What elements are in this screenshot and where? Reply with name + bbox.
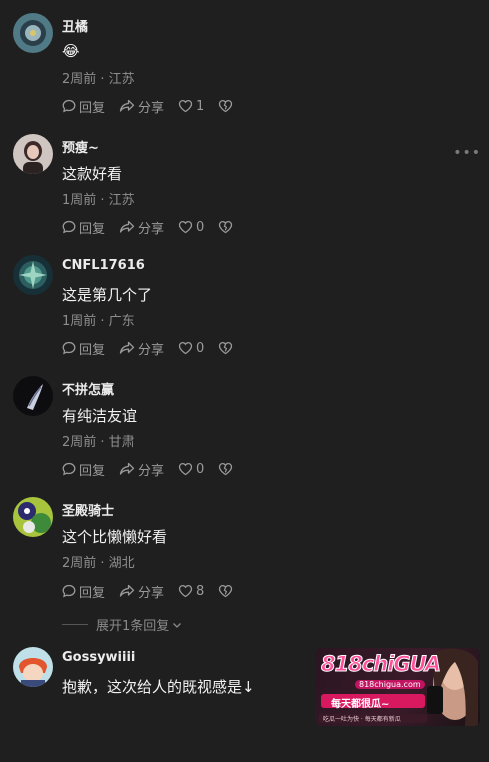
ad-banner[interactable]: 818chiGUA 818chigua.com 每天都很瓜~ 吃瓜一吐为快 · … (315, 648, 480, 726)
heart-icon (178, 341, 193, 355)
comment-text: 这是第几个了 (62, 286, 153, 304)
share-button[interactable]: 分享 (119, 339, 164, 358)
reply-button[interactable]: 回复 (62, 339, 105, 358)
comment-meta: 2周前 · 甘肃 (62, 435, 135, 450)
chat-bubble-icon (62, 99, 76, 113)
heart-icon (178, 462, 193, 476)
share-label: 分享 (138, 221, 165, 237)
dislike-button[interactable] (218, 99, 233, 113)
comment-meta: 2周前 · 湖北 (62, 556, 135, 571)
avatar[interactable] (13, 497, 53, 537)
share-arrow-icon (119, 220, 135, 233)
like-button[interactable]: 0 (178, 220, 204, 235)
reply-button[interactable]: 回复 (62, 97, 105, 116)
comment-text: 有纯洁友谊 (62, 407, 138, 425)
share-label: 分享 (138, 585, 165, 601)
comment-text: 抱歉，这次给人的既视感是↓ (62, 678, 255, 696)
comment-text: 😂 (62, 42, 80, 60)
like-button[interactable]: 0 (178, 462, 204, 477)
dislike-button[interactable] (218, 584, 233, 598)
username[interactable]: 不拼怎赢 (62, 379, 114, 398)
ad-slogan: 每天都很瓜~ (331, 699, 390, 710)
comment-actions: 回复 分享 0 (62, 218, 233, 237)
avatar[interactable] (13, 13, 53, 53)
ad-logo: 818chiGUA (320, 652, 441, 677)
comment-meta: 2周前 · 江苏 (62, 72, 135, 87)
reply-button[interactable]: 回复 (62, 218, 105, 237)
chat-bubble-icon (62, 584, 76, 598)
avatar[interactable] (13, 376, 53, 416)
like-button[interactable]: 0 (178, 341, 204, 356)
share-label: 分享 (138, 463, 165, 479)
expand-replies-button[interactable]: 展开1条回复 (62, 615, 183, 634)
share-button[interactable]: 分享 (119, 582, 164, 601)
chevron-down-icon (173, 622, 182, 628)
comment-actions: 回复 分享 0 (62, 460, 233, 479)
share-label: 分享 (138, 100, 165, 116)
like-count: 0 (196, 340, 205, 356)
reply-label: 回复 (79, 463, 106, 479)
comment-actions: 回复 分享 8 (62, 582, 233, 601)
share-button[interactable]: 分享 (119, 97, 164, 116)
comment-text: 这个比懒懒好看 (62, 528, 168, 546)
heart-icon (178, 99, 193, 113)
share-button[interactable]: 分享 (119, 218, 164, 237)
dislike-button[interactable] (218, 462, 233, 476)
avatar[interactable] (13, 647, 53, 687)
ad-subtext: 吃瓜一吐为快 · 每天都有新瓜 (323, 716, 401, 723)
reply-label: 回复 (79, 342, 106, 358)
username[interactable]: 圣殿骑士 (62, 500, 114, 519)
comment-meta: 1周前 · 江苏 (62, 193, 135, 208)
share-arrow-icon (119, 462, 135, 475)
chat-bubble-icon (62, 341, 76, 355)
like-count: 0 (196, 461, 205, 477)
like-button[interactable]: 1 (178, 99, 204, 114)
ad-url: 818chigua.com (355, 680, 425, 689)
broken-heart-icon (219, 584, 233, 598)
comment-actions: 回复 分享 0 (62, 339, 233, 358)
chat-bubble-icon (62, 462, 76, 476)
broken-heart-icon (219, 341, 233, 355)
broken-heart-icon (219, 462, 233, 476)
like-count: 1 (196, 98, 205, 114)
reply-label: 回复 (79, 585, 106, 601)
comment-text: 这款好看 (62, 165, 123, 183)
like-button[interactable]: 8 (178, 584, 204, 599)
username[interactable]: 预瘦~ (62, 137, 99, 156)
broken-heart-icon (219, 99, 233, 113)
comment-meta: 1周前 · 广东 (62, 314, 135, 329)
reply-button[interactable]: 回复 (62, 460, 105, 479)
share-arrow-icon (119, 99, 135, 112)
expand-replies-label: 展开1条回复 (96, 619, 170, 634)
share-label: 分享 (138, 342, 165, 358)
username[interactable]: 丑橘 (62, 16, 88, 35)
more-options-icon[interactable]: ••• (453, 145, 481, 161)
username[interactable]: Gossywiiii (62, 650, 135, 665)
reply-label: 回复 (79, 221, 106, 237)
share-button[interactable]: 分享 (119, 460, 164, 479)
dislike-button[interactable] (218, 220, 233, 234)
avatar[interactable] (13, 255, 53, 295)
like-count: 8 (196, 583, 205, 599)
avatar[interactable] (13, 134, 53, 174)
reply-button[interactable]: 回复 (62, 582, 105, 601)
share-arrow-icon (119, 341, 135, 354)
chat-bubble-icon (62, 220, 76, 234)
like-count: 0 (196, 219, 205, 235)
comment-actions: 回复 分享 1 (62, 97, 233, 116)
share-arrow-icon (119, 584, 135, 597)
dislike-button[interactable] (218, 341, 233, 355)
expand-divider (62, 624, 88, 625)
username[interactable]: CNFL17616 (62, 258, 145, 273)
heart-icon (178, 220, 193, 234)
heart-icon (178, 584, 193, 598)
broken-heart-icon (219, 220, 233, 234)
reply-label: 回复 (79, 100, 106, 116)
